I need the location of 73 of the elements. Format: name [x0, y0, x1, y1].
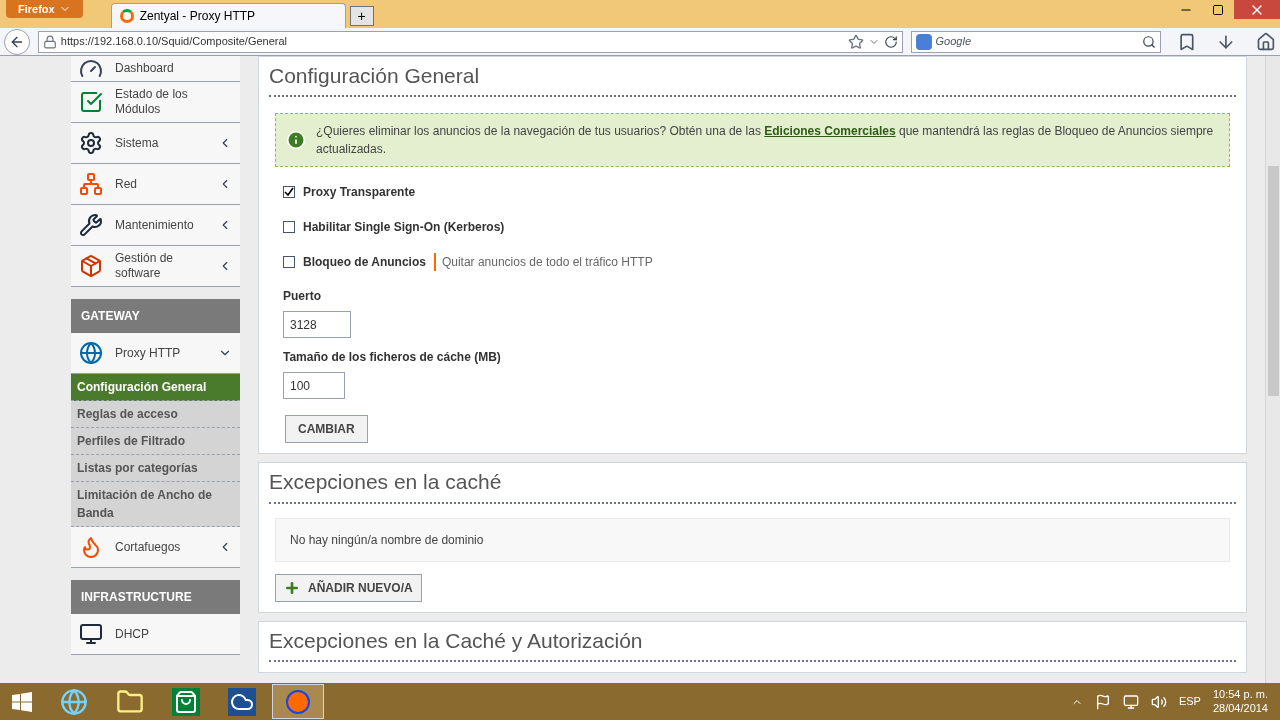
- search-placeholder: Google: [935, 34, 973, 50]
- flag-icon[interactable]: [1094, 693, 1111, 710]
- commercial-editions-link[interactable]: Ediciones Comerciales: [764, 124, 896, 139]
- submenu-item[interactable]: Listas por categorías: [71, 455, 240, 482]
- network-icon[interactable]: [1122, 693, 1139, 710]
- menu-item[interactable]: Red: [71, 164, 240, 205]
- input-field[interactable]: 3128: [283, 311, 351, 339]
- windows-start-icon[interactable]: [12, 691, 32, 712]
- checkbox[interactable]: [283, 256, 295, 269]
- notice-text: ¿Quieres eliminar los anuncios de la navegación de tus usuarios? Obtén una de las Ediciones Comerciales que mantendrá las reglas de Bloqueo de Anuncios siempre actualizadas.: [316, 123, 1215, 159]
- section-header: GATEWAY: [71, 299, 240, 333]
- browser-icon[interactable]: [60, 687, 88, 716]
- option-hint: Quitar anuncios de todo el tráfico HTTP: [433, 253, 653, 272]
- submit-button[interactable]: CAMBIAR: [285, 415, 368, 444]
- url-text: https://192.168.0.10/Squid/Composite/General: [60, 34, 289, 50]
- menu-item[interactable]: Gestión de software: [71, 246, 240, 287]
- section-header: INFRASTRUCTURE: [71, 580, 240, 614]
- store-icon[interactable]: [172, 687, 200, 716]
- empty-message: No hay ningún/a nombre de dominio: [275, 517, 1230, 562]
- submenu-item[interactable]: Perfiles de Filtrado: [71, 428, 240, 455]
- menu-item[interactable]: Dashboard: [71, 56, 240, 82]
- panel-title: Excepciones en la caché: [269, 463, 1236, 504]
- folder-icon[interactable]: [116, 687, 144, 716]
- menu-item[interactable]: Sistema: [71, 123, 240, 164]
- option-label: Bloqueo de Anuncios: [303, 254, 426, 272]
- option-label: Proxy Transparente: [303, 184, 416, 202]
- checkbox[interactable]: [283, 221, 295, 234]
- submenu-item[interactable]: Reglas de acceso: [71, 401, 240, 428]
- plus-icon: [284, 579, 300, 596]
- submenu-item[interactable]: Limitación de Ancho de Banda: [71, 482, 240, 527]
- input-field[interactable]: 100: [283, 372, 345, 400]
- menu-label: Red: [115, 176, 138, 192]
- checkmark-icon: [284, 187, 294, 198]
- language-indicator[interactable]: ESP: [1178, 693, 1201, 710]
- menu-item[interactable]: DHCP: [71, 614, 240, 655]
- zentyal-logo-icon: [119, 9, 134, 23]
- menu-label: Gestión de software: [115, 251, 175, 281]
- address-bar[interactable]: https://192.168.0.10/Squid/Composite/General: [37, 30, 903, 53]
- menu-item[interactable]: Estado de los Módulos: [71, 82, 240, 123]
- volume-icon[interactable]: [1150, 693, 1167, 710]
- option-label: Habilitar Single Sign-On (Kerberos): [303, 219, 505, 237]
- menu-label: Estado de los Módulos: [115, 87, 189, 117]
- menu-label: Sistema: [115, 135, 160, 151]
- menu-item[interactable]: Cortafuegos: [71, 527, 240, 568]
- menu-item[interactable]: Proxy HTTP: [71, 333, 240, 374]
- add-button[interactable]: AÑADIR NUEVO/A: [275, 573, 422, 602]
- search-icon[interactable]: [1141, 34, 1156, 49]
- home-icon[interactable]: [1256, 31, 1276, 52]
- clock[interactable]: 10:54 p. m. 28/04/2014: [1212, 687, 1268, 716]
- menu-label: Cortafuegos: [115, 539, 182, 555]
- new-tab-button[interactable]: +: [349, 6, 374, 26]
- search-field[interactable]: Google: [910, 30, 1161, 53]
- menu-item[interactable]: Mantenimiento: [71, 205, 240, 246]
- panel-title: Configuración General: [269, 57, 1236, 98]
- menu-label: Proxy HTTP: [115, 345, 182, 361]
- menu-label: Dashboard: [115, 61, 175, 76]
- panel-title: Excepciones en la Caché y Autorización: [269, 621, 1236, 662]
- reload-icon[interactable]: [883, 34, 898, 49]
- cloud-icon[interactable]: [228, 687, 256, 716]
- star-icon[interactable]: [847, 33, 864, 50]
- lock-icon: [42, 34, 57, 49]
- back-button[interactable]: [4, 28, 30, 55]
- menu-label: Mantenimiento: [115, 217, 195, 233]
- firefox-taskbar-button[interactable]: [272, 684, 324, 719]
- browser-tab[interactable]: Zentyal - Proxy HTTP: [110, 3, 346, 28]
- menu-label: DHCP: [115, 626, 150, 642]
- submenu-item[interactable]: Configuración General: [71, 374, 240, 401]
- tab-title: Zentyal - Proxy HTTP: [139, 8, 256, 25]
- info-icon: [286, 130, 306, 151]
- search-engine-icon: [915, 33, 932, 50]
- field-label: Puerto: [283, 288, 322, 306]
- checkbox[interactable]: [283, 186, 295, 199]
- field-label: Tamaño de los ficheros de cáche (MB): [283, 349, 502, 367]
